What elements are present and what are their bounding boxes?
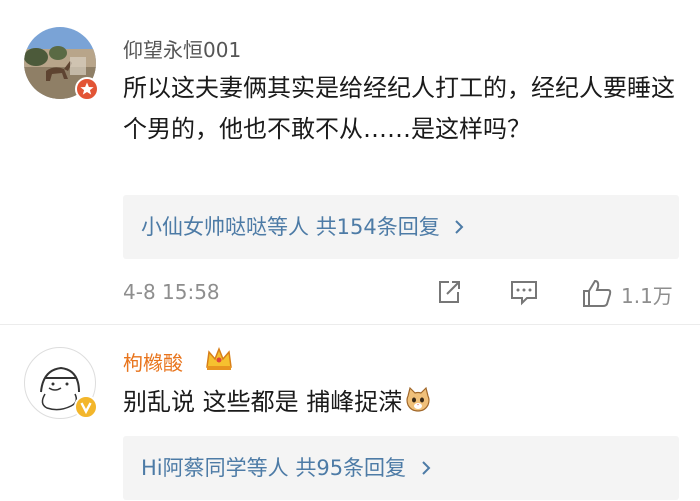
repost-icon[interactable] [435,278,463,310]
comment-icon[interactable] [509,278,539,310]
chevron-right-icon [454,196,464,260]
yellow-v-badge-icon [74,395,98,419]
comment-footer: 4-8 15:58 1.1万 [123,278,683,308]
like-count: 1.1万 [621,284,673,308]
username[interactable]: 枸橼酸 [123,347,183,376]
timestamp: 4-8 15:58 [123,280,220,304]
username[interactable]: 仰望永恒001 [123,34,241,63]
reply-others-label: 等人 [246,456,289,480]
chevron-right-icon [421,437,431,501]
cat-face-emoji-icon [404,386,432,427]
replies-summary[interactable]: 小仙女帅哒哒等人 共154条回复 [123,195,679,259]
reply-user-names[interactable]: 小仙女帅哒哒 [141,215,267,239]
reply-count[interactable]: 共95条回复 [295,456,406,480]
replies-summary[interactable]: Hi阿蔡同学等人 共95条回复 [123,436,679,500]
crown-vip-icon [204,345,234,377]
comment-item: 仰望永恒001 所以这夫妻俩其实是给经纪人打工的，经纪人要睡这个男的，他也不敢不… [0,0,700,325]
reply-others-label: 等人 [267,215,309,239]
comment-text: 所以这夫妻俩其实是给经纪人打工的，经纪人要睡这个男的，他也不敢不从……是这样吗？ [123,74,675,143]
red-star-badge-icon [75,77,99,101]
comment-item: 枸橼酸 别乱说 这些都是 捕峰捉溁 Hi阿蔡同学等人 共95条回复 [0,325,700,500]
reply-count[interactable]: 共154条回复 [316,215,440,239]
reply-user-names[interactable]: Hi阿蔡同学 [141,456,247,480]
like-icon[interactable] [581,278,613,312]
comment-text-body: 别乱说 这些都是 捕峰捉溁 [123,388,403,416]
comment-text: 别乱说 这些都是 捕峰捉溁 [123,382,679,427]
